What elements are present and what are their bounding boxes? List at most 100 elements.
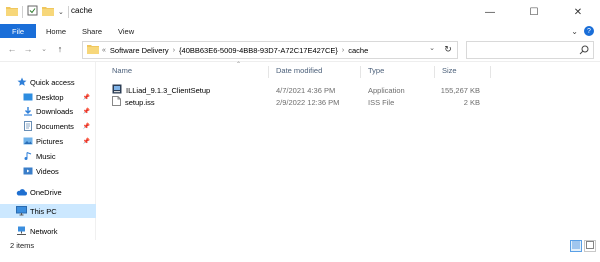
forward-button[interactable]: → (22, 43, 34, 55)
sidebar-item-label: Desktop (36, 92, 64, 102)
computer-icon (16, 206, 27, 217)
refresh-button[interactable]: ↻ (440, 42, 456, 56)
folder-icon (87, 44, 99, 56)
breadcrumb-guid-folder[interactable]: {40BB63E6-5009-4BB8-93D7-A72C17E427CE} (179, 46, 338, 55)
tab-view[interactable]: View (118, 24, 134, 38)
expand-ribbon-icon[interactable]: ⌄ (571, 27, 578, 36)
folder-icon (6, 6, 18, 18)
search-icon (579, 45, 589, 57)
back-button[interactable]: ← (6, 43, 18, 55)
file-name-cell: setup.iss (112, 96, 155, 108)
file-date: 2/9/2022 12:36 PM (276, 97, 340, 107)
column-divider[interactable] (490, 66, 491, 78)
file-name: setup.iss (125, 97, 155, 107)
table-row[interactable]: ILLiad_9.1.3_ClientSetup 4/7/2021 4:36 P… (110, 84, 490, 96)
file-size: 155,267 KB (440, 85, 480, 95)
address-bar[interactable]: « Software Delivery › {40BB63E6-5009-4BB… (82, 41, 458, 59)
file-icon (112, 96, 121, 108)
recent-locations-button[interactable]: ⌄ (38, 43, 50, 55)
sidebar-item-label: Music (36, 151, 56, 161)
quick-access-toolbar: ⌄ (6, 5, 69, 18)
tab-share[interactable]: Share (82, 24, 102, 38)
breadcrumb-separator[interactable]: › (342, 47, 344, 54)
file-size: 2 KB (463, 97, 480, 107)
sort-indicator-icon: ⌃ (236, 62, 242, 68)
details-view-button[interactable] (570, 240, 582, 252)
sidebar-item-desktop[interactable]: Desktop 📌 (0, 90, 96, 104)
path-overflow-icon[interactable]: « (102, 47, 106, 54)
file-list: ⌃ Name Date modified Type Size ILLiad_9.… (96, 62, 600, 240)
documents-icon (22, 121, 33, 132)
sidebar-item-downloads[interactable]: Downloads 📌 (0, 104, 96, 118)
search-input[interactable] (466, 41, 594, 59)
address-history-chevron-icon[interactable]: ⌄ (426, 42, 438, 54)
sidebar-item-label: Videos (36, 166, 59, 176)
breadcrumb-separator[interactable]: › (173, 47, 175, 54)
sidebar-item-videos[interactable]: Videos (0, 164, 96, 178)
sidebar-item-label: Network (30, 226, 58, 236)
file-name-cell: ILLiad_9.1.3_ClientSetup (112, 84, 210, 96)
column-divider[interactable] (360, 66, 361, 78)
window-title: cache (71, 6, 93, 15)
pin-icon[interactable]: 📌 (83, 108, 90, 115)
column-divider[interactable] (434, 66, 435, 78)
title-bar: ⌄ cache — ☐ ✕ (0, 0, 600, 24)
large-icons-view-icon (586, 241, 594, 251)
breadcrumb-software-delivery[interactable]: Software Delivery (110, 46, 169, 55)
large-icons-view-button[interactable] (584, 240, 596, 252)
up-button[interactable]: ↑ (54, 43, 66, 55)
tab-file[interactable]: File (0, 24, 36, 38)
close-button[interactable]: ✕ (556, 0, 600, 24)
download-icon (22, 106, 33, 117)
desktop-icon (22, 92, 33, 103)
sidebar-item-label: Documents (36, 121, 74, 131)
cloud-icon (16, 187, 27, 198)
status-bar: 2 items (0, 240, 600, 262)
properties-icon[interactable] (27, 5, 38, 18)
column-divider[interactable] (268, 66, 269, 78)
sidebar-item-onedrive[interactable]: OneDrive (0, 185, 96, 199)
navigation-bar: ← → ⌄ ↑ « Software Delivery › {40BB63E6-… (0, 38, 600, 62)
item-count: 2 items (10, 241, 35, 250)
pin-icon[interactable]: 📌 (83, 94, 90, 101)
table-row[interactable]: setup.iss 2/9/2022 12:36 PM ISS File 2 K… (110, 96, 490, 108)
file-type: ISS File (368, 97, 395, 107)
help-icon[interactable]: ? (584, 26, 594, 36)
sidebar-item-music[interactable]: Music (0, 149, 96, 163)
sidebar-item-label: Quick access (30, 77, 75, 87)
sidebar-item-label: Downloads (36, 106, 74, 116)
file-date: 4/7/2021 4:36 PM (276, 85, 336, 95)
sidebar-item-quick-access[interactable]: Quick access (0, 75, 96, 89)
network-icon (16, 226, 27, 237)
videos-icon (22, 166, 33, 177)
column-header-name[interactable]: Name (112, 66, 132, 75)
ribbon-controls: ⌄ ? (571, 26, 594, 36)
pin-icon[interactable]: 📌 (83, 123, 90, 130)
navigation-pane: Quick access Desktop 📌 Downloads 📌 Docum… (0, 62, 96, 240)
sidebar-item-this-pc[interactable]: This PC (0, 204, 96, 218)
sidebar-item-label: This PC (30, 206, 57, 216)
star-icon (16, 77, 27, 88)
column-header-size[interactable]: Size (442, 66, 457, 75)
music-icon (22, 151, 33, 162)
breadcrumb-cache[interactable]: cache (348, 46, 368, 55)
pictures-icon (22, 136, 33, 147)
customize-quick-access-icon[interactable]: ⌄ (58, 8, 64, 16)
pin-icon[interactable]: 📌 (83, 138, 90, 145)
tab-home[interactable]: Home (46, 24, 66, 38)
minimize-button[interactable]: — (468, 0, 512, 24)
column-header-type[interactable]: Type (368, 66, 384, 75)
file-name: ILLiad_9.1.3_ClientSetup (126, 85, 211, 95)
sidebar-item-label: OneDrive (30, 187, 62, 197)
maximize-button[interactable]: ☐ (512, 0, 556, 24)
file-type: Application (368, 85, 405, 95)
new-folder-icon[interactable] (42, 6, 54, 18)
sidebar-item-pictures[interactable]: Pictures 📌 (0, 134, 96, 148)
separator (22, 5, 23, 18)
sidebar-item-network[interactable]: Network (0, 224, 96, 238)
sidebar-item-documents[interactable]: Documents 📌 (0, 119, 96, 133)
installer-icon (112, 84, 122, 96)
details-view-icon (572, 241, 580, 251)
column-header-date-modified[interactable]: Date modified (276, 66, 322, 75)
sidebar-item-label: Pictures (36, 136, 64, 146)
